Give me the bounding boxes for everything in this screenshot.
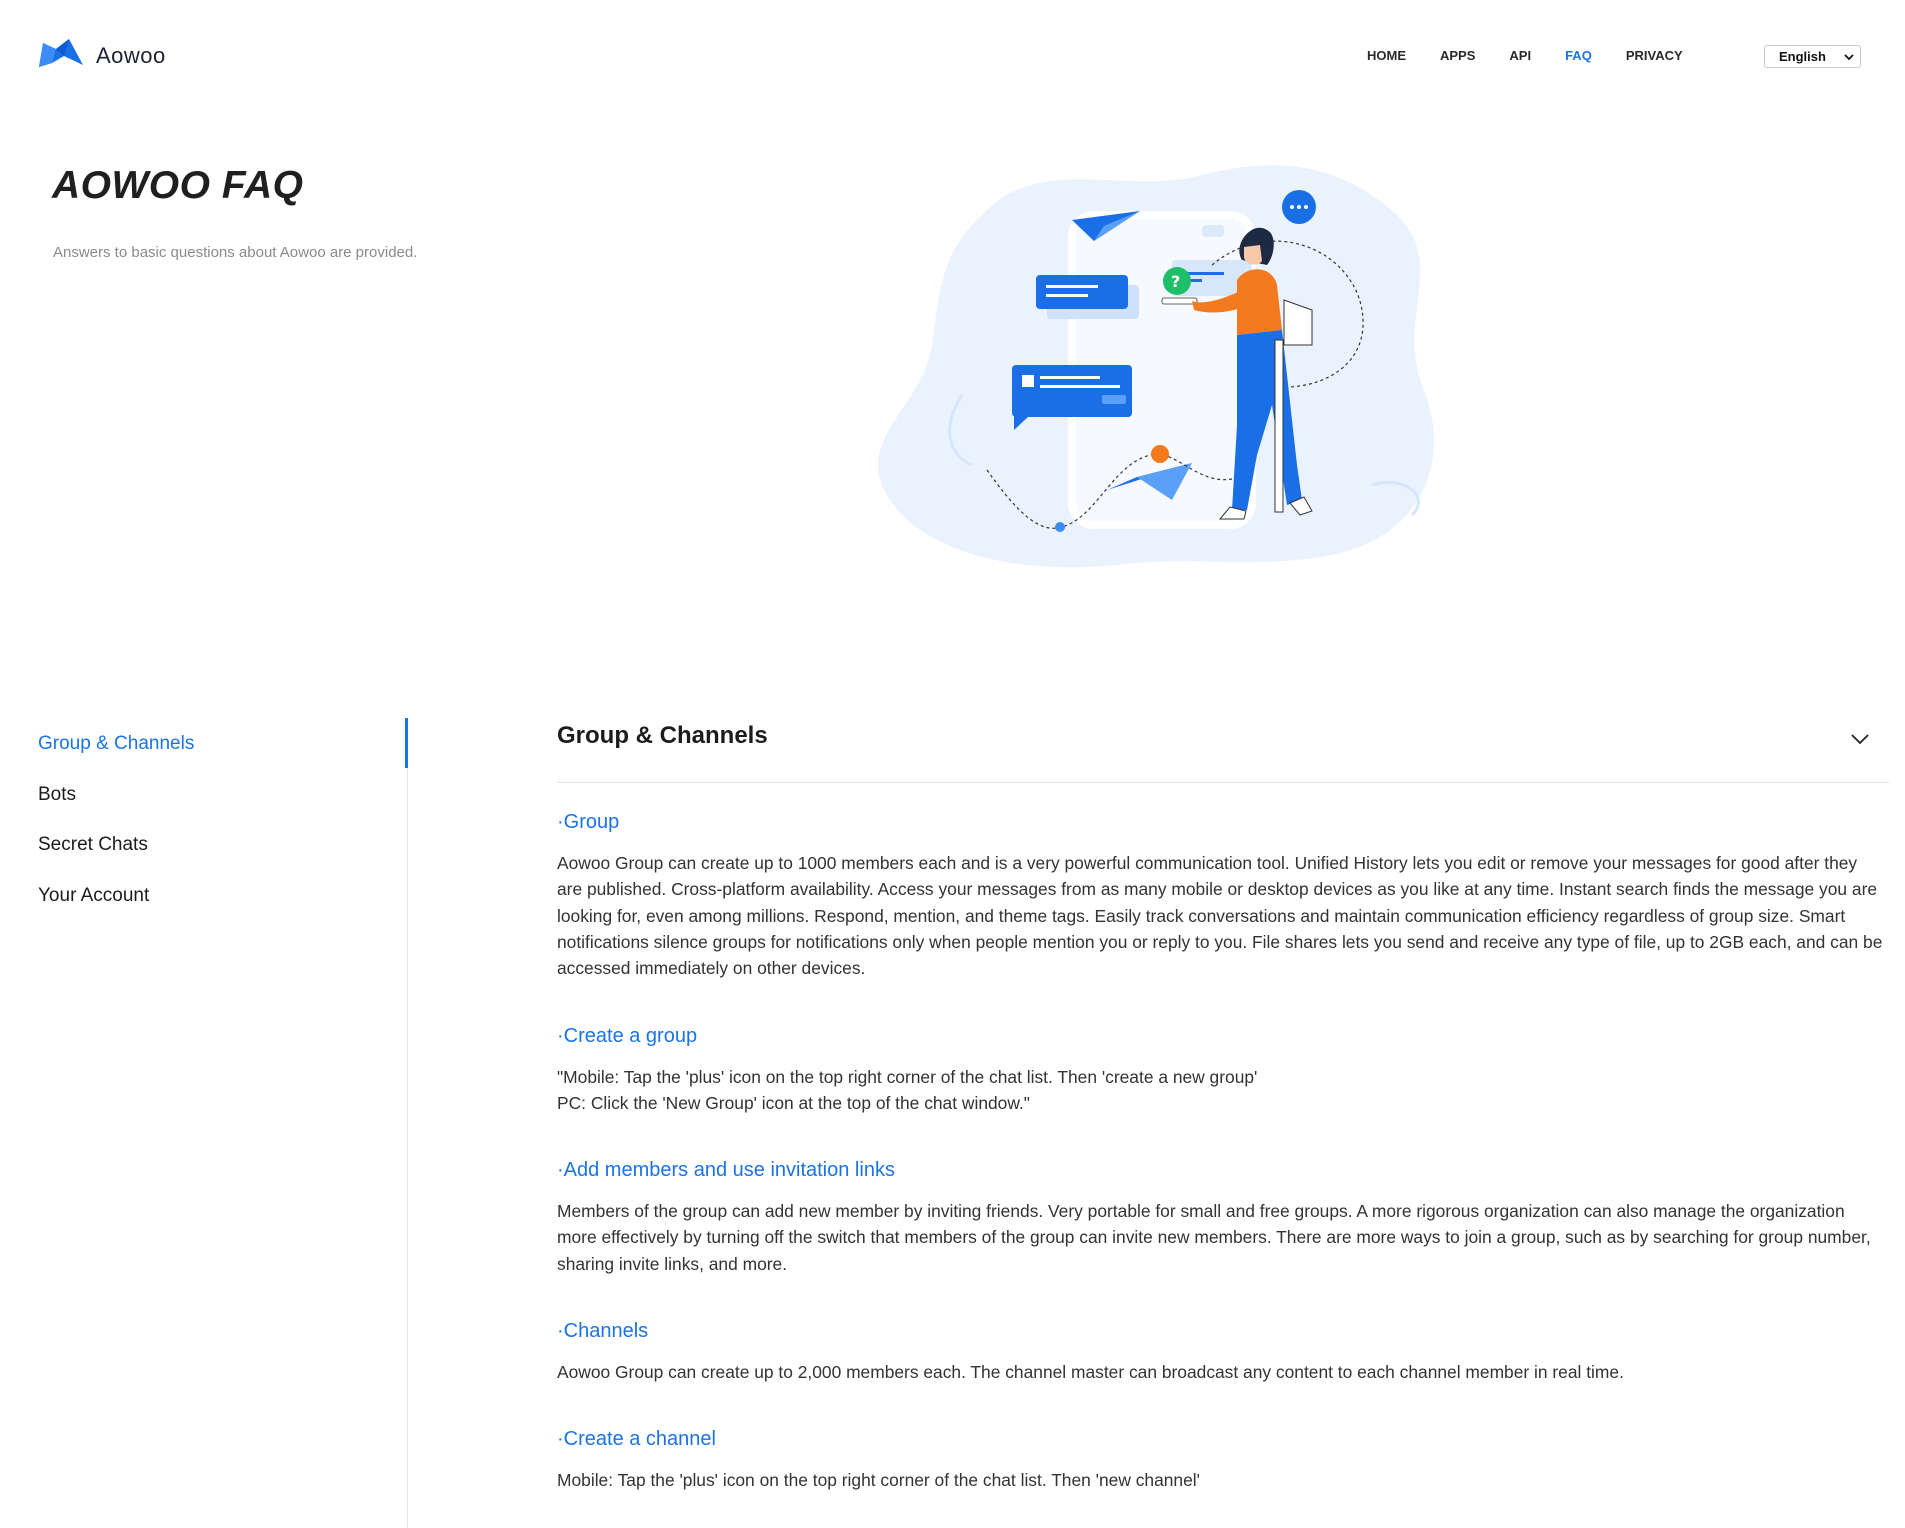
- faq-answer: "Mobile: Tap the 'plus' icon on the top …: [557, 1067, 1258, 1114]
- nav-apps[interactable]: APPS: [1440, 48, 1475, 63]
- nav-faq[interactable]: FAQ: [1565, 48, 1592, 63]
- faq-answer: Members of the group can add new member …: [557, 1201, 1871, 1274]
- sidebar-item-bots[interactable]: Bots: [38, 784, 76, 806]
- faq-question: ·Create a channel: [557, 1428, 716, 1450]
- sidebar-active-indicator: [405, 718, 408, 768]
- nav-api[interactable]: API: [1509, 48, 1531, 63]
- page-subtitle: Answers to basic questions about Aowoo a…: [53, 244, 418, 261]
- faq-question: ·Create a group: [557, 1025, 698, 1047]
- language-select[interactable]: English: [1764, 45, 1861, 68]
- sidebar-item-your-account[interactable]: Your Account: [38, 885, 149, 907]
- page-title: AOWOO FAQ: [52, 164, 304, 207]
- main-nav: HOME APPS API FAQ PRIVACY: [1367, 48, 1683, 63]
- sidebar-item-group-channels[interactable]: Group & Channels: [38, 733, 194, 755]
- nav-privacy[interactable]: PRIVACY: [1626, 48, 1683, 63]
- sidebar-divider: [407, 718, 408, 1528]
- brand-logo[interactable]: Aowoo: [38, 36, 166, 75]
- sidebar-item-secret-chats[interactable]: Secret Chats: [38, 834, 148, 856]
- faq-question: ·Group: [557, 811, 620, 833]
- chevron-down-icon: [1844, 49, 1854, 64]
- section-title: Group & Channels: [557, 722, 768, 749]
- faq-answer: Aowoo Group can create up to 2,000 membe…: [557, 1362, 1624, 1382]
- faq-question: ·Channels: [557, 1320, 649, 1342]
- nav-home[interactable]: HOME: [1367, 48, 1406, 63]
- faq-answer: Mobile: Tap the 'plus' icon on the top r…: [557, 1470, 1200, 1490]
- faq-question: ·Add members and use invitation links: [557, 1159, 895, 1181]
- faq-answer: Aowoo Group can create up to 1000 member…: [557, 853, 1883, 979]
- chevron-down-icon[interactable]: [1850, 732, 1870, 750]
- brand-name: Aowoo: [96, 42, 166, 68]
- language-value: English: [1779, 49, 1826, 64]
- person-chat-illustration: ?: [872, 155, 1472, 590]
- section-divider: [557, 782, 1889, 783]
- aowoo-logo-icon: [38, 36, 84, 75]
- svg-text:?: ?: [1171, 272, 1180, 291]
